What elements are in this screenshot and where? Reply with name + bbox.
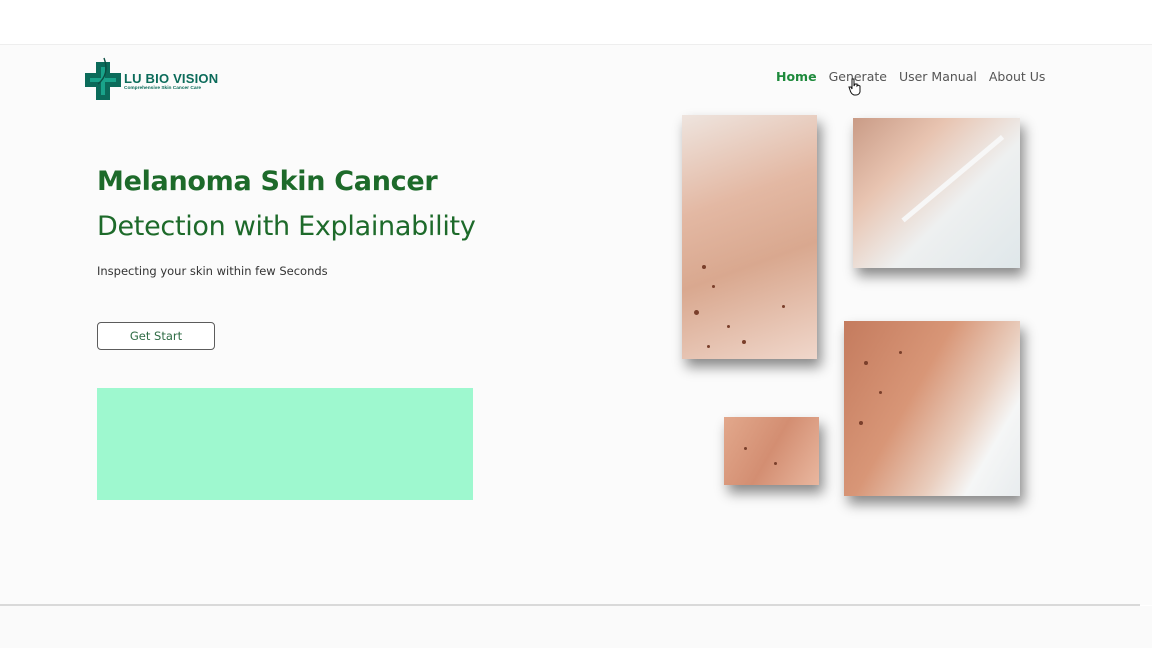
nav-home[interactable]: Home	[776, 69, 817, 84]
hero-title-line1: Melanoma Skin Cancer	[97, 166, 438, 197]
nav-about-us[interactable]: About Us	[989, 69, 1046, 84]
shoulder-exam-photo	[844, 321, 1020, 496]
brand-logo[interactable]: LU BIO VISION Comprehensive Skin Cancer …	[84, 56, 224, 102]
skin-closeup-photo	[724, 417, 819, 485]
footer-area	[0, 606, 1152, 648]
get-start-button[interactable]: Get Start	[97, 322, 215, 350]
hand-pointer-icon	[848, 78, 861, 96]
hero-title-line2: Detection with Explainability	[97, 211, 476, 242]
brand-tagline: Comprehensive Skin Cancer Care	[124, 86, 202, 91]
hero-accent-box	[97, 388, 473, 500]
hero-subtitle: Inspecting your skin within few Seconds	[97, 264, 328, 278]
medical-cross-icon	[85, 57, 121, 100]
browser-top-bar	[0, 0, 1152, 45]
skin-exam-photo	[853, 118, 1020, 268]
skin-photo-back	[682, 115, 817, 359]
nav-user-manual[interactable]: User Manual	[899, 69, 977, 84]
main-nav: Home Generate User Manual About Us	[776, 69, 1045, 84]
brand-name: LU BIO VISION	[124, 71, 219, 86]
